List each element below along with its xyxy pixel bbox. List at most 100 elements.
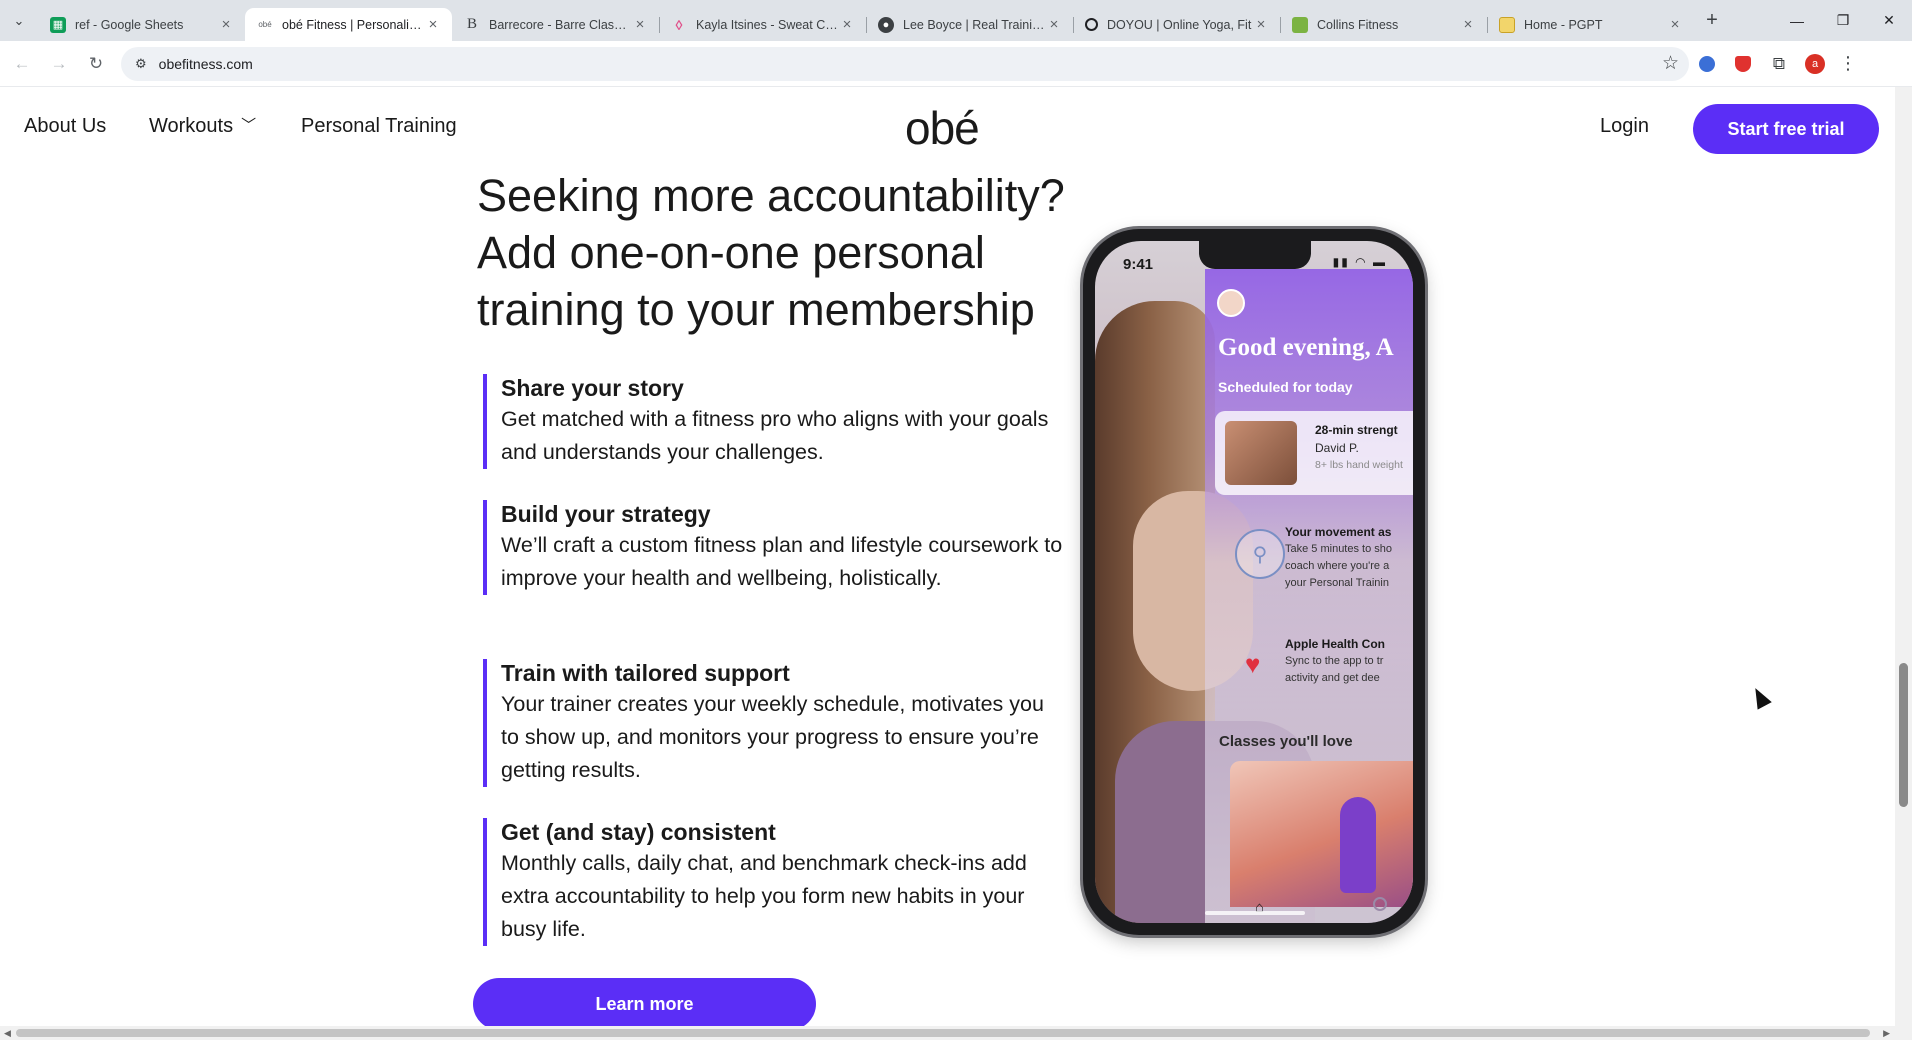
close-icon[interactable]: ×: [1666, 16, 1684, 33]
sheets-icon: ▦: [50, 16, 66, 33]
browser-tab-3[interactable]: B Barrecore - Barre Classes ×: [452, 8, 659, 41]
feature-build-your-strategy: Build your strategy We’ll craft a custom…: [483, 500, 1063, 595]
classes-label: Classes you'll love: [1219, 733, 1353, 750]
feature-title: Build your strategy: [501, 501, 711, 527]
nav-personal-training[interactable]: Personal Training: [301, 115, 457, 138]
doyou-icon: [1085, 18, 1098, 31]
close-icon[interactable]: ×: [838, 16, 856, 33]
close-icon[interactable]: ×: [1045, 16, 1063, 33]
feature-body: Get matched with a fitness pro who align…: [501, 407, 1049, 464]
extension-shield-icon[interactable]: [1725, 46, 1761, 82]
browser-tab-5[interactable]: ● Lee Boyce | Real Training, ×: [866, 8, 1073, 41]
close-icon[interactable]: ×: [631, 16, 649, 33]
window-close-icon[interactable]: ✕: [1866, 0, 1912, 41]
obe-icon: obé: [258, 20, 272, 29]
restore-icon[interactable]: ❐: [1820, 0, 1866, 41]
tab-title: Barrecore - Barre Classes: [489, 17, 631, 32]
apple-health-block: Apple Health Con Sync to the app to tr a…: [1285, 636, 1385, 687]
tab-title: obé Fitness | Personalized: [282, 17, 424, 32]
sweat-icon: ◊: [675, 16, 683, 33]
browser-tab-4[interactable]: ◊ Kayla Itsines - Sweat Co-F ×: [659, 8, 866, 41]
horizontal-scroll-thumb[interactable]: [16, 1029, 1870, 1037]
browser-tab-6[interactable]: DOYOU | Online Yoga, Fit ×: [1073, 8, 1280, 41]
tab-title: Lee Boyce | Real Training,: [903, 17, 1045, 32]
tab-title: ref - Google Sheets: [75, 17, 184, 32]
instructor-figure: [1340, 797, 1376, 893]
scheduled-class-card: 28-min strengt David P. 8+ lbs hand weig…: [1215, 411, 1413, 495]
class-preview-image: [1230, 761, 1413, 907]
address-bar[interactable]: ⚙ obefitness.com ☆: [121, 46, 1689, 81]
tab-search-icon[interactable]: ⌄: [0, 0, 38, 41]
feature-share-your-story: Share your story Get matched with a fitn…: [483, 374, 1063, 469]
class-equipment: 8+ lbs hand weight: [1315, 459, 1403, 471]
forward-icon[interactable]: →: [44, 49, 74, 79]
browser-tab-2[interactable]: obé obé Fitness | Personalized ×: [245, 8, 452, 41]
health-line: Sync to the app to tr: [1285, 655, 1384, 667]
profile-avatar[interactable]: a: [1797, 46, 1833, 82]
barrecore-icon: B: [466, 16, 477, 32]
scroll-right-icon[interactable]: ▶: [1883, 1026, 1890, 1040]
feature-body: Monthly calls, daily chat, and benchmark…: [501, 851, 1027, 941]
health-line: activity and get dee: [1285, 672, 1380, 684]
browser-toolbar: ← → ↻ ⚙ obefitness.com ☆ ⧉ a ⋮: [0, 41, 1912, 87]
pgpt-icon: [1499, 16, 1515, 33]
nav-workouts[interactable]: Workouts ﹀: [149, 115, 256, 138]
site-header: About Us Workouts ﹀ Personal Training obé…: [0, 87, 1895, 169]
app-greeting: Good evening, A: [1218, 334, 1394, 361]
feature-title: Get (and stay) consistent: [501, 819, 776, 845]
movement-line: Take 5 minutes to sho: [1285, 543, 1393, 555]
scheduled-label: Scheduled for today: [1218, 379, 1353, 395]
scroll-left-icon[interactable]: ◀: [4, 1026, 11, 1040]
close-icon[interactable]: ×: [1459, 16, 1477, 33]
nav-workouts-label: Workouts: [149, 115, 234, 137]
obe-logo[interactable]: obé: [905, 101, 980, 155]
back-icon[interactable]: ←: [7, 49, 37, 79]
close-icon[interactable]: ×: [424, 16, 442, 33]
signal-wifi-battery-icon: ▮▮ ◠ ▬: [1332, 255, 1387, 269]
start-free-trial-button[interactable]: Start free trial: [1693, 104, 1879, 154]
feature-get-and-stay-consistent: Get (and stay) consistent Monthly calls,…: [483, 818, 1063, 946]
extensions-puzzle-icon[interactable]: ⧉: [1761, 46, 1797, 82]
browser-tab-1[interactable]: ▦ ref - Google Sheets ×: [38, 8, 245, 41]
vertical-scrollbar[interactable]: [1895, 87, 1912, 1026]
url-text[interactable]: obefitness.com: [159, 56, 1662, 72]
browser-tab-8[interactable]: Home - PGPT ×: [1487, 8, 1694, 41]
learn-more-button[interactable]: Learn more: [473, 978, 816, 1026]
vertical-scroll-thumb[interactable]: [1899, 663, 1908, 807]
window-controls: — ❐ ✕: [1774, 0, 1912, 41]
tab-title: DOYOU | Online Yoga, Fit: [1107, 17, 1252, 32]
bookmark-star-icon[interactable]: ☆: [1662, 52, 1679, 75]
movement-assessment-block: Your movement as Take 5 minutes to sho c…: [1285, 524, 1392, 592]
reload-icon[interactable]: ↻: [81, 49, 111, 79]
page-viewport: About Us Workouts ﹀ Personal Training obé…: [0, 87, 1912, 1026]
app-avatar: [1217, 289, 1245, 317]
close-icon[interactable]: ×: [1252, 16, 1270, 33]
tab-title: Home - PGPT: [1524, 17, 1603, 32]
extension-blue-icon[interactable]: [1689, 46, 1725, 82]
health-title: Apple Health Con: [1285, 637, 1386, 651]
site-info-icon[interactable]: ⚙: [135, 56, 147, 72]
class-instructor: David P.: [1315, 441, 1359, 455]
tab-title: Collins Fitness: [1317, 17, 1399, 32]
collins-icon: [1292, 16, 1308, 33]
movement-title: Your movement as: [1285, 525, 1392, 539]
home-indicator: [1205, 911, 1305, 915]
phone-screen: 9:41 ▮▮ ◠ ▬ Good evening, A Scheduled fo…: [1095, 241, 1413, 923]
minimize-icon[interactable]: —: [1774, 0, 1820, 41]
login-link[interactable]: Login: [1600, 115, 1649, 138]
tab-title: Kayla Itsines - Sweat Co-F: [696, 17, 838, 32]
profile-initial: a: [1805, 53, 1825, 74]
chevron-down-icon: ﹀: [241, 117, 257, 134]
new-tab-icon[interactable]: +: [1694, 0, 1730, 41]
class-title: 28-min strengt: [1315, 423, 1398, 437]
status-time: 9:41: [1123, 256, 1154, 273]
close-icon[interactable]: ×: [217, 16, 235, 33]
browser-tab-7[interactable]: Collins Fitness ×: [1280, 8, 1487, 41]
dumbbell-icon: ⚲: [1235, 529, 1285, 579]
feature-title: Share your story: [501, 375, 684, 401]
nav-about-us[interactable]: About Us: [24, 115, 106, 138]
movement-line: coach where you're a: [1285, 560, 1390, 572]
horizontal-scrollbar[interactable]: ◀ ▶: [0, 1026, 1912, 1040]
browser-menu-icon[interactable]: ⋮: [1833, 53, 1863, 74]
phone-notch: [1199, 241, 1311, 269]
